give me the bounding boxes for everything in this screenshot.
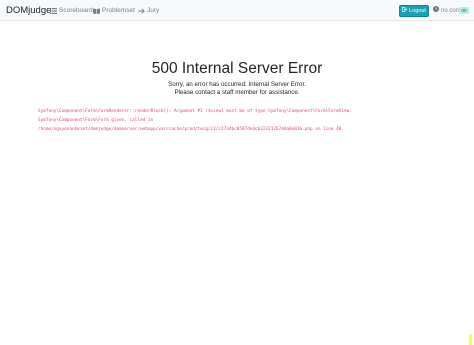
countdown-badge: 00: [459, 7, 469, 14]
sign-out-icon: [402, 6, 408, 16]
clock-icon: [433, 6, 439, 16]
nav-scoreboard-label: Scoreboard: [59, 7, 93, 14]
error-message: Sorry, an error has occurred: Internal S…: [168, 81, 306, 88]
logout-button[interactable]: Logout: [399, 5, 429, 17]
stack-trace-line: /home/nguyenanhkiet/domjudge/domserver/w…: [38, 127, 342, 132]
logout-label: Logout: [409, 8, 426, 14]
scroll-marker: [469, 334, 472, 345]
brand-link[interactable]: DOMjudge: [6, 5, 51, 16]
book-icon: [93, 8, 100, 14]
list-icon: [50, 8, 57, 14]
nav-problemset[interactable]: Problemset: [93, 6, 135, 16]
stack-trace-line: Symfony\Component\Form\Form given, calle…: [38, 118, 154, 123]
stack-trace-line: Symfony\Component\Form\FormRenderer::ren…: [38, 109, 352, 114]
stack-trace: Symfony\Component\Form\FormRenderer::ren…: [38, 107, 438, 134]
error-title: 500 Internal Server Error: [151, 60, 323, 77]
nav-scoreboard[interactable]: Scoreboard: [50, 6, 93, 16]
nav-problemset-label: Problemset: [102, 7, 135, 14]
arrow-right-icon: [138, 8, 145, 14]
nav-jury[interactable]: Jury: [138, 6, 159, 16]
nav-jury-label: Jury: [147, 7, 160, 14]
error-contact-message: Please contact a staff member for assist…: [174, 89, 300, 96]
top-navbar: DOMjudge Scoreboard Problemset Jury Logo…: [0, 0, 474, 21]
